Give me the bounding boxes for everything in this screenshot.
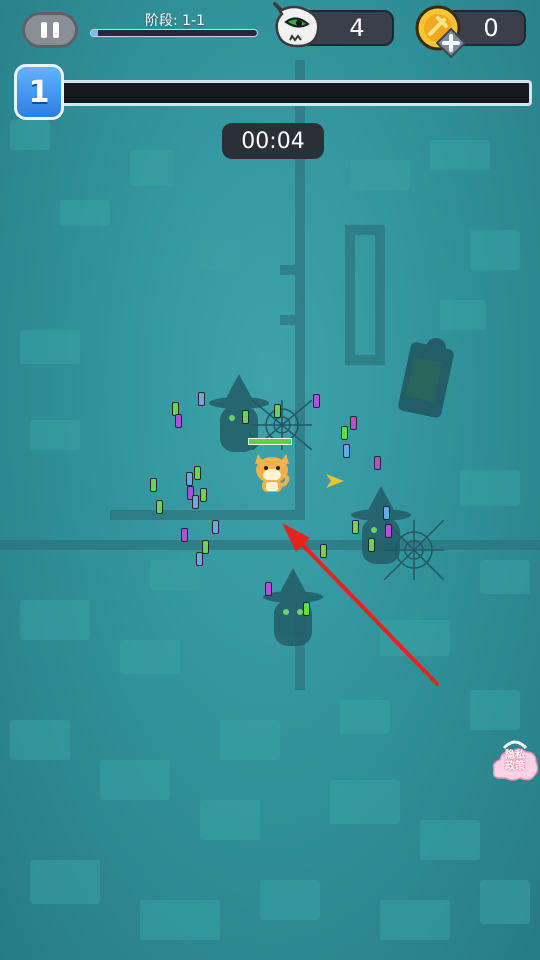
xp-gem (202, 540, 209, 554)
xp-progress-bar (56, 80, 532, 106)
xp-gem (175, 414, 182, 428)
pause-button[interactable] (22, 12, 78, 48)
pause-icon-bar (53, 22, 59, 38)
privacy-policy-button[interactable]: 隐私 政策 (499, 750, 531, 772)
plus-icon[interactable] (436, 28, 466, 58)
stage-label: 阶段: 1-1 (144, 13, 206, 29)
xp-gem (383, 506, 390, 520)
xp-gem (156, 500, 163, 514)
cobweb-decoration (384, 520, 444, 580)
xp-gem (150, 478, 157, 492)
stage-progress-bar (90, 29, 258, 37)
skull-icon (273, 2, 320, 48)
xp-gem (350, 416, 357, 430)
xp-gem (303, 602, 310, 616)
stage-progress-fill (91, 30, 98, 36)
privacy-label-line2: 政策 (505, 761, 525, 772)
xp-gem (194, 466, 201, 480)
xp-gem (198, 392, 205, 406)
xp-gem (341, 426, 348, 440)
xp-gem (212, 520, 219, 534)
shiba-player-character (255, 454, 290, 492)
xp-gem (320, 544, 327, 558)
xp-gem (200, 488, 207, 502)
xp-gem (274, 404, 281, 418)
coin-count: 0 (483, 14, 499, 42)
xp-gem (385, 524, 392, 538)
level-badge: 1 (14, 64, 64, 120)
xp-gem (181, 528, 188, 542)
xp-gem (192, 495, 199, 509)
xp-gem (368, 538, 375, 552)
xp-gem (242, 410, 249, 424)
xp-gem (186, 472, 193, 486)
xp-gem (352, 520, 359, 534)
survival-timer: 00:04 (222, 123, 324, 159)
ghost-witch-enemy (263, 568, 323, 646)
xp-gem (265, 582, 272, 596)
xp-gem (196, 552, 203, 566)
xp-gem (313, 394, 320, 408)
xp-gem (343, 444, 350, 458)
pause-icon (41, 22, 47, 38)
privacy-label-line1: 隐私 (505, 750, 525, 761)
player-health-bar (248, 438, 292, 445)
xp-gem (374, 456, 381, 470)
kill-count: 4 (349, 14, 365, 42)
aim-direction-icon (326, 474, 344, 488)
